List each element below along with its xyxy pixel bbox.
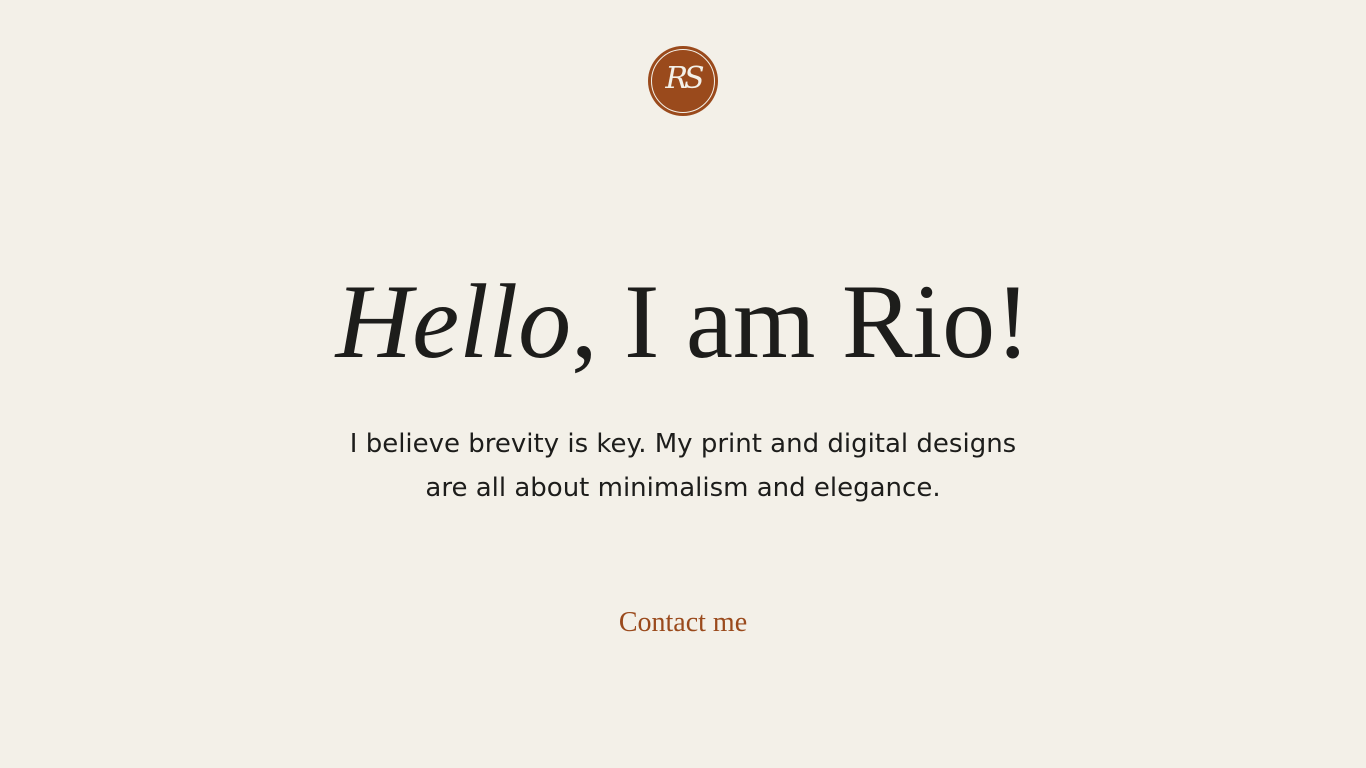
contact-me-link[interactable]: Contact me	[583, 603, 783, 643]
hero-headline: Hello, I am Rio!	[0, 262, 1366, 382]
page: RS Hello, I am Rio! I believe brevity is…	[0, 0, 1366, 768]
rs-monogram-logo[interactable]: RS	[648, 46, 718, 116]
hero-name: , I am Rio!	[571, 263, 1031, 380]
hero-greeting: Hello	[335, 263, 572, 380]
logo-monogram-text: RS	[665, 61, 704, 96]
hero-intro: I believe brevity is key. My print and d…	[349, 429, 1017, 503]
